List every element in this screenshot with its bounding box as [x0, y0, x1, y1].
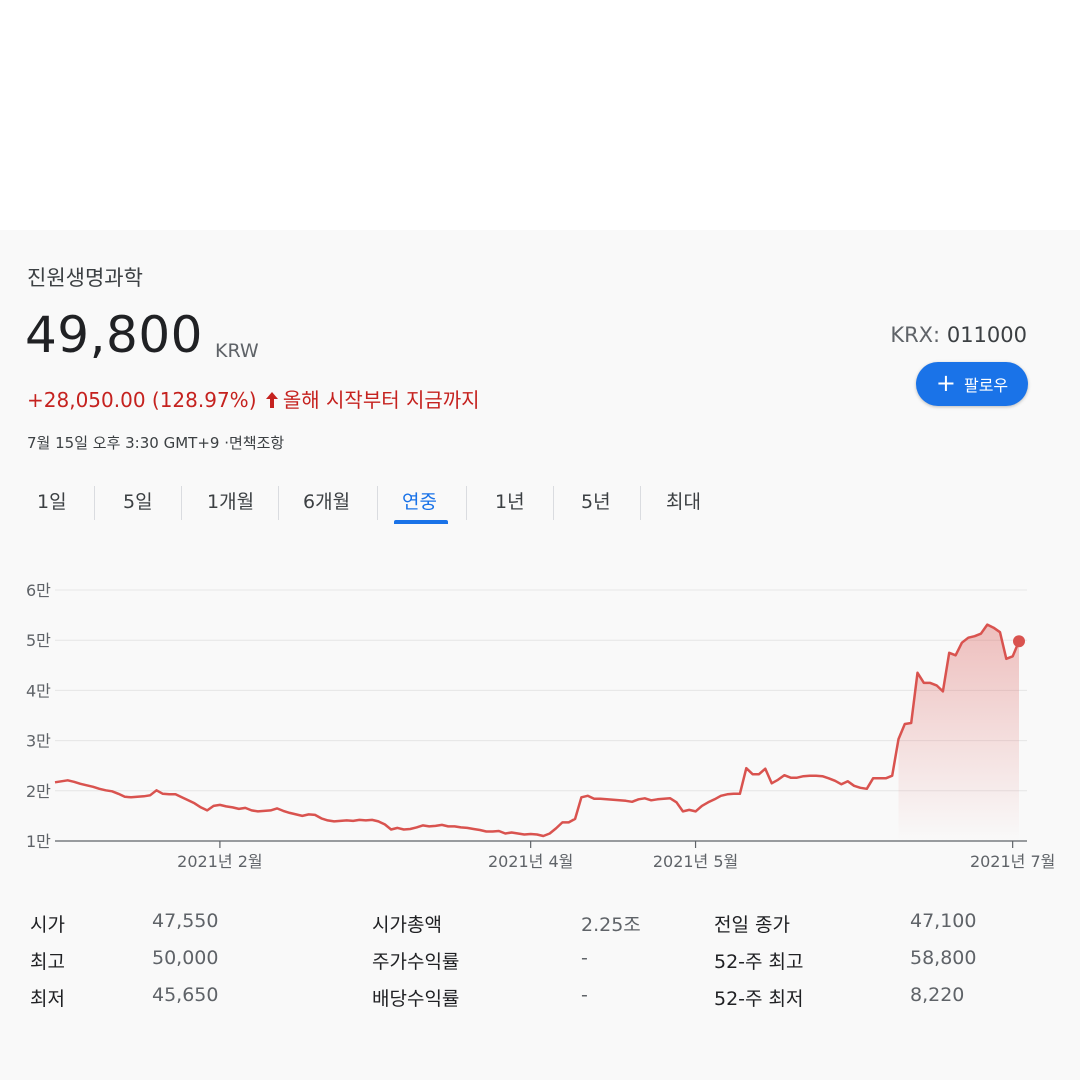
ticker-code: 011000 [946, 323, 1027, 347]
tab-6m[interactable]: 6개월 [303, 478, 350, 522]
stat-pe-label: 주가수익률 [372, 951, 460, 973]
tab-5y[interactable]: 5년 [581, 478, 611, 522]
company-name: 진원생명과학 [27, 266, 143, 290]
x-tick-label: 2021년 7월 [970, 852, 1055, 871]
y-tick-label: 3만 [26, 732, 51, 751]
price-area-fill [898, 624, 1019, 841]
current-price: 49,800 [25, 306, 203, 364]
stat-52high-label: 52-주 최고 [714, 951, 804, 973]
stat-open-value: 47,550 [152, 910, 219, 932]
y-tick-label: 5만 [26, 631, 51, 650]
y-tick-label: 4만 [26, 681, 51, 700]
stat-low-value: 45,650 [152, 984, 219, 1006]
follow-label: 팔로우 [963, 376, 1009, 395]
stat-low-label: 최저 [30, 988, 65, 1010]
x-tick-label: 2021년 2월 [177, 852, 262, 871]
tab-divider [640, 486, 641, 520]
tab-divider [553, 486, 554, 520]
arrow-up-icon [265, 390, 279, 414]
tab-max[interactable]: 최대 [666, 478, 701, 522]
stat-div-value: - [581, 984, 588, 1006]
stat-open-label: 시가 [30, 914, 65, 936]
x-tick-label: 2021년 5월 [653, 852, 738, 871]
stat-div-label: 배당수익률 [372, 988, 460, 1010]
tab-divider [278, 486, 279, 520]
exchange-label: KRX: [890, 323, 941, 347]
tab-1d[interactable]: 1일 [37, 478, 67, 522]
x-tick-label: 2021년 4월 [488, 852, 573, 871]
active-tab-indicator [394, 520, 448, 524]
tab-5d[interactable]: 5일 [123, 478, 153, 522]
stat-mktcap-value: 2.25조 [581, 914, 641, 936]
stat-mktcap-label: 시가총액 [372, 914, 442, 936]
tab-divider [94, 486, 95, 520]
price-change-period: 올해 시작부터 지금까지 [282, 388, 480, 412]
plus-icon: + [935, 368, 956, 397]
tab-divider [377, 486, 378, 520]
price-change: +28,050.00 (128.97%) 올해 시작부터 지금까지 [27, 384, 480, 414]
stat-52low-value: 8,220 [910, 984, 965, 1006]
tab-ytd[interactable]: 연중 [402, 478, 437, 522]
stat-52high-value: 58,800 [910, 947, 977, 969]
stat-high-value: 50,000 [152, 947, 219, 969]
y-tick-label: 6만 [26, 581, 51, 600]
y-tick-label: 2만 [26, 782, 51, 801]
price-chart[interactable]: 6만 5만 4만 3만 2만 1만 2021년 2월 2021년 4월 2021년 5월 202… [0, 560, 1080, 880]
follow-button[interactable]: + 팔로우 [916, 362, 1028, 406]
stat-52low-label: 52-주 최저 [714, 988, 804, 1010]
y-tick-label: 1만 [26, 832, 51, 851]
tab-1m[interactable]: 1개월 [207, 478, 254, 522]
price-change-value: +28,050.00 (128.97%) [27, 388, 257, 412]
stat-prevclose-value: 47,100 [910, 910, 977, 932]
range-tabs: 1일 5일 1개월 6개월 연중 1년 5년 최대 [0, 478, 1080, 524]
stat-high-label: 최고 [30, 951, 65, 973]
tab-divider [181, 486, 182, 520]
stat-pe-value: - [581, 947, 588, 969]
currency-label: KRW [215, 340, 259, 362]
price-line [54, 623, 1021, 838]
tab-divider [466, 486, 467, 520]
ticker-symbol: KRX: 011000 [890, 323, 1027, 347]
tab-1y[interactable]: 1년 [495, 478, 525, 522]
quote-timestamp: 7월 15일 오후 3:30 GMT+9 ·면책조항 [27, 434, 285, 452]
current-price-dot [1013, 635, 1025, 648]
stat-prevclose-label: 전일 종가 [714, 914, 790, 936]
